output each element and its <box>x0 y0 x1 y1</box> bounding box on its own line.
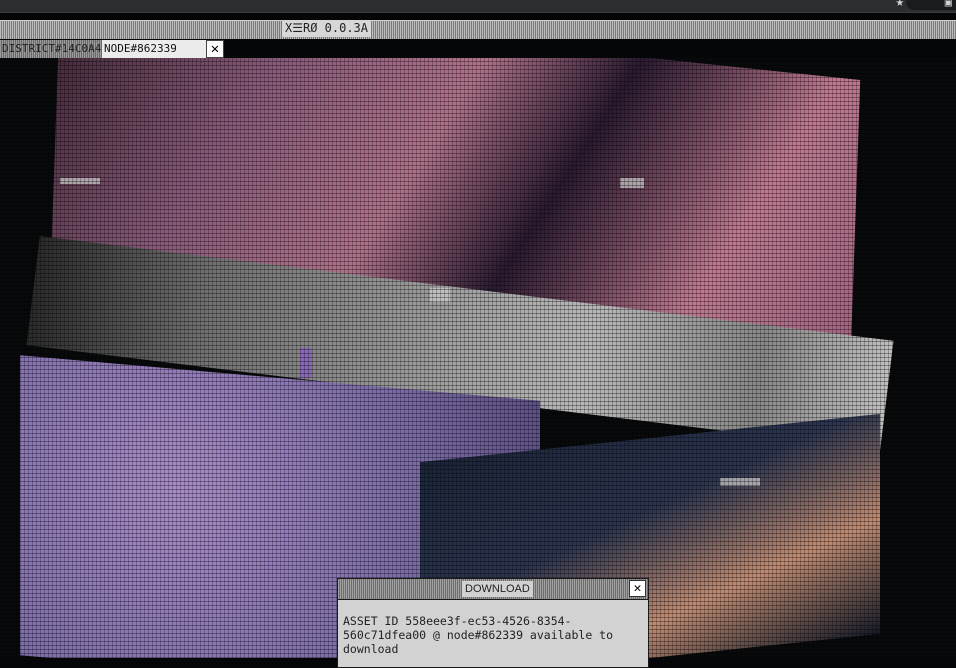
glitch-block <box>430 288 450 302</box>
download-dialog: DOWNLOAD ✕ ASSET ID 558eee3f-ec53-4526-8… <box>337 578 649 668</box>
glitch-image-canvas <box>0 58 956 658</box>
tab-node[interactable]: NODE#862339 <box>102 40 206 58</box>
dialog-header: DOWNLOAD ✕ <box>338 579 648 600</box>
glitch-block <box>300 348 312 378</box>
browser-top-bar: ★ ▣ <box>0 0 956 13</box>
glitch-block <box>620 178 644 188</box>
tab-close-icon[interactable]: ✕ <box>206 40 224 58</box>
glitch-block <box>720 478 760 486</box>
tab-bar: DISTRICT#14C0A4 NODE#862339 ✕ <box>0 40 224 58</box>
tab-district[interactable]: DISTRICT#14C0A4 <box>0 40 102 58</box>
title-bar-stripe <box>0 20 956 39</box>
glitch-block <box>60 178 100 184</box>
dialog-close-icon[interactable]: ✕ <box>629 580 646 597</box>
app-version-label: X☰RØ 0.0.3A <box>282 20 372 37</box>
dialog-title: DOWNLOAD <box>462 581 533 597</box>
bookmark-star-icon[interactable]: ★ <box>896 0 904 10</box>
download-message[interactable]: ASSET ID 558eee3f-ec53-4526-8354-560c71d… <box>338 600 648 656</box>
window-icon[interactable]: ▣ <box>945 0 952 9</box>
